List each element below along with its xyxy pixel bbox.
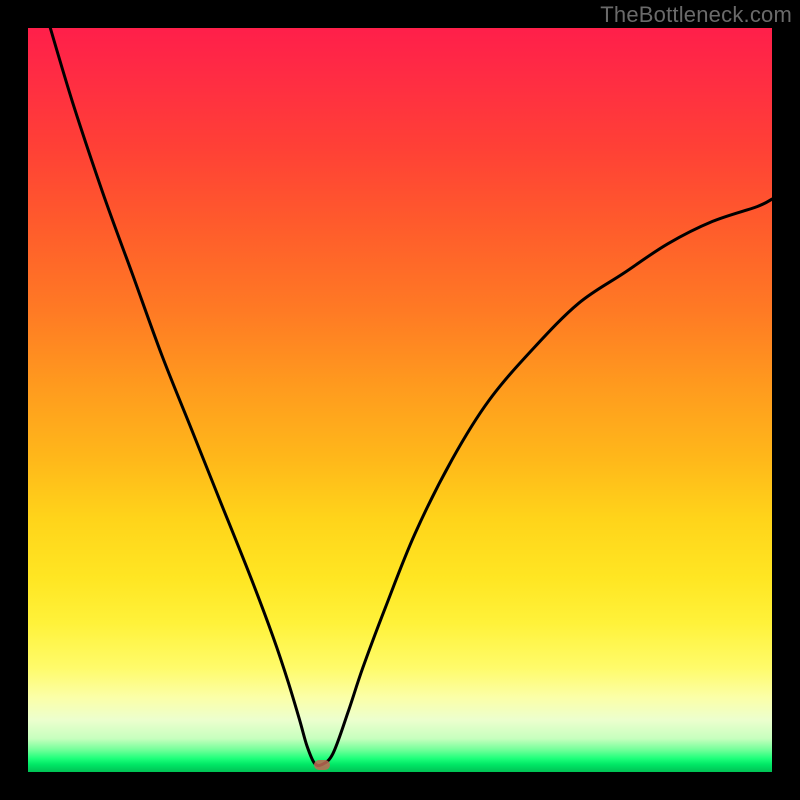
chart-frame: TheBottleneck.com [0, 0, 800, 800]
plot-area [28, 28, 772, 772]
optimum-marker [314, 760, 330, 770]
bottleneck-curve [28, 28, 772, 772]
watermark-text: TheBottleneck.com [600, 2, 792, 28]
